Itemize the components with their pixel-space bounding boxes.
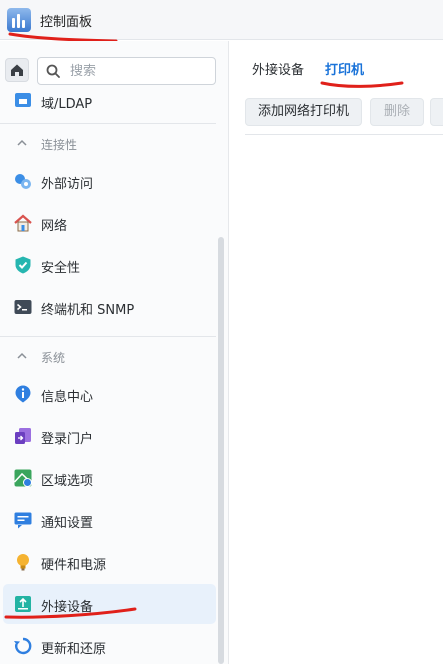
home-icon [11, 64, 23, 76]
sidebar-item-label: 安全性 [41, 261, 81, 276]
section-label: 连接性 [41, 138, 78, 152]
login-portal-icon [15, 428, 31, 444]
sidebar-item-label: 通知设置 [41, 516, 94, 531]
control-panel-window: 控制面板 域/LDAP 连接性 [0, 0, 443, 664]
search-input[interactable] [70, 61, 210, 81]
sidebar-item-label: 网络 [41, 219, 68, 234]
sidebar-item-label: 终端机和 SNMP [41, 303, 135, 318]
section-header-system[interactable]: 系统 [0, 337, 216, 377]
add-network-printer-button[interactable]: 添加网络打印机 [245, 98, 362, 126]
sidebar-item-notification[interactable]: 通知设置 [3, 500, 216, 540]
red-annotation-underline [320, 81, 404, 88]
chevron-up-icon [17, 139, 27, 146]
toolbar-divider [245, 134, 443, 135]
search-icon [46, 64, 60, 78]
terminal-icon [14, 300, 32, 314]
sidebar-item-external-devices[interactable]: 外接设备 [3, 584, 216, 624]
title-bar: 控制面板 [0, 0, 443, 43]
external-device-icon [15, 596, 31, 612]
sidebar-item-label: 区域选项 [41, 474, 94, 489]
external-access-icon [15, 174, 31, 189]
sidebar-item-terminal-snmp[interactable]: 终端机和 SNMP [3, 287, 216, 327]
domain-ldap-icon [15, 93, 31, 107]
sidebar-scrollbar[interactable] [218, 237, 224, 664]
sidebar-item-info-center[interactable]: 信息中心 [3, 374, 216, 414]
sidebar-item-login-portal[interactable]: 登录门户 [3, 416, 216, 456]
sidebar-item-hardware-power[interactable]: 硬件和电源 [3, 542, 216, 582]
more-toolbar-button[interactable] [430, 98, 443, 126]
sidebar-item-update-restore[interactable]: 更新和还原 [3, 626, 216, 664]
sidebar-item-regional-options[interactable]: 区域选项 [3, 458, 216, 498]
sidebar-item-label: 更新和还原 [41, 642, 107, 657]
sidebar-item-label: 域/LDAP [41, 97, 93, 112]
section-header-connectivity[interactable]: 连接性 [0, 124, 216, 164]
sidebar-item-security[interactable]: 安全性 [3, 245, 216, 285]
sidebar-item-label: 外部访问 [41, 177, 94, 192]
sidebar-item-network[interactable]: 网络 [3, 203, 216, 243]
chevron-up-icon [17, 352, 27, 359]
info-icon [15, 385, 31, 403]
bulb-icon [17, 554, 29, 571]
sidebar-item-label: 硬件和电源 [41, 558, 107, 573]
shield-check-icon [15, 256, 31, 274]
delete-button[interactable]: 删除 [370, 98, 424, 126]
sidebar-item-label: 外接设备 [41, 600, 94, 615]
control-panel-app-icon [7, 8, 31, 32]
tab-external-devices[interactable]: 外接设备 [252, 59, 304, 78]
window-title: 控制面板 [40, 15, 93, 30]
notification-icon [14, 512, 32, 529]
main-panel: 外接设备 打印机 添加网络打印机 删除 [230, 41, 443, 664]
tab-printer[interactable]: 打印机 [325, 59, 364, 78]
sidebar-item-label: 登录门户 [41, 432, 94, 447]
update-restore-icon [14, 637, 32, 655]
sidebar-item-domain-ldap[interactable]: 域/LDAP [3, 81, 216, 121]
sidebar: 域/LDAP 连接性 外部访问 网络 [0, 41, 229, 664]
sidebar-item-external-access[interactable]: 外部访问 [3, 161, 216, 201]
sidebar-item-label: 信息中心 [41, 390, 94, 405]
network-house-icon [14, 214, 32, 232]
section-label: 系统 [41, 351, 66, 365]
home-button[interactable] [5, 58, 29, 82]
regional-options-icon [13, 469, 33, 487]
